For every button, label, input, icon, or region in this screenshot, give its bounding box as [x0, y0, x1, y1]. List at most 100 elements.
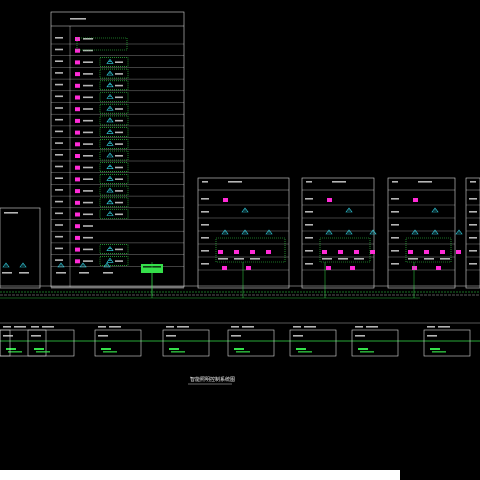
label-mark — [469, 237, 477, 239]
module-label — [298, 351, 312, 353]
floor-label — [55, 83, 63, 86]
motion-sensor-icon — [431, 207, 439, 213]
panel-label — [83, 73, 93, 75]
label-mark — [201, 263, 209, 265]
motion-sensor-icon — [345, 229, 353, 235]
floor-label — [55, 154, 63, 156]
label-mark — [469, 198, 477, 200]
floor-label — [55, 95, 63, 98]
label-mark — [424, 258, 434, 260]
switch-panel-icon — [234, 250, 239, 254]
label-mark — [427, 326, 435, 328]
switch-panel-icon — [223, 198, 228, 202]
switch-panel-icon — [440, 250, 445, 254]
panel-label — [83, 225, 93, 227]
panel-label — [83, 96, 93, 99]
switch-panel-icon — [75, 259, 80, 264]
floor-sensor-group — [99, 57, 129, 67]
label-mark — [391, 237, 399, 239]
label-mark — [470, 181, 476, 183]
motion-sensor-icon — [106, 105, 114, 111]
floor-sensor-group — [99, 197, 129, 208]
box-label — [3, 335, 13, 337]
label-mark — [438, 326, 450, 328]
label-mark — [109, 326, 121, 328]
sensor-label — [115, 201, 123, 204]
label-mark — [322, 258, 332, 260]
module-label — [432, 351, 446, 353]
module-label — [103, 351, 117, 353]
motion-sensor-icon — [241, 229, 249, 235]
bottom-scrollbar[interactable] — [0, 470, 400, 480]
sensor-label — [115, 248, 123, 251]
switch-panel-icon — [338, 250, 343, 254]
sensor-label — [115, 178, 123, 180]
motion-sensor-icon — [19, 262, 27, 268]
box-label — [98, 335, 108, 337]
motion-sensor-icon — [106, 246, 114, 251]
distribution-box — [162, 329, 210, 357]
label-mark — [3, 326, 11, 328]
label-mark — [293, 326, 301, 328]
floor-sensor-group — [99, 92, 129, 102]
floor-sensor-group — [99, 103, 129, 114]
label-mark — [177, 326, 189, 328]
floor-sensor-group — [99, 255, 129, 266]
label-mark — [228, 181, 242, 183]
motion-sensor-icon — [106, 152, 114, 158]
floor-label — [55, 48, 63, 51]
floor-label — [55, 212, 63, 215]
sensor-label — [115, 131, 123, 134]
floor-label — [55, 200, 63, 203]
switch-panel-icon — [75, 95, 80, 100]
label-mark — [392, 181, 398, 183]
switch-panel-icon — [322, 250, 327, 254]
distribution-box — [423, 329, 471, 357]
floor-label — [55, 177, 63, 179]
controller-module-label — [34, 348, 44, 350]
motion-sensor-icon — [106, 117, 114, 123]
switch-panel-icon — [75, 165, 80, 170]
left-building-frame — [0, 207, 41, 289]
motion-sensor-icon — [325, 229, 333, 235]
building-frame — [465, 177, 480, 289]
floor-sensor-group — [99, 162, 129, 172]
floor-label — [55, 72, 63, 74]
panel-label — [83, 155, 93, 157]
switch-panel-icon — [75, 224, 80, 229]
motion-sensor-icon — [106, 129, 114, 134]
sensor-label — [115, 108, 123, 110]
label-mark — [304, 326, 316, 328]
motion-sensor-icon — [455, 229, 463, 235]
switch-panel-icon — [456, 250, 461, 254]
label-mark — [469, 211, 477, 213]
switch-panel-icon — [412, 266, 417, 270]
sensor-label — [115, 143, 123, 145]
panel-label — [83, 61, 93, 63]
label-mark — [231, 326, 239, 328]
sensor-label — [115, 213, 123, 216]
motion-sensor-icon — [106, 140, 114, 146]
floor-label — [55, 259, 63, 261]
motion-sensor-icon — [369, 229, 377, 235]
switch-panel-icon — [75, 48, 80, 53]
switch-panel-icon — [75, 118, 80, 123]
label-mark — [201, 211, 209, 213]
sensor-label — [115, 73, 123, 75]
module-label — [171, 351, 185, 353]
label-mark — [391, 198, 399, 200]
switch-panel-icon — [408, 250, 413, 254]
switch-panel-icon — [75, 142, 80, 147]
box-label — [427, 335, 437, 337]
panel-label — [83, 201, 93, 204]
label-mark — [2, 272, 12, 274]
sensor-label — [115, 166, 123, 169]
floor-label — [55, 107, 63, 109]
label-mark — [305, 224, 313, 226]
label-mark — [234, 258, 244, 260]
floor-label — [55, 118, 63, 121]
distribution-box — [351, 329, 399, 357]
label-mark — [14, 326, 26, 328]
label-mark — [305, 237, 313, 239]
label-mark — [305, 250, 313, 252]
